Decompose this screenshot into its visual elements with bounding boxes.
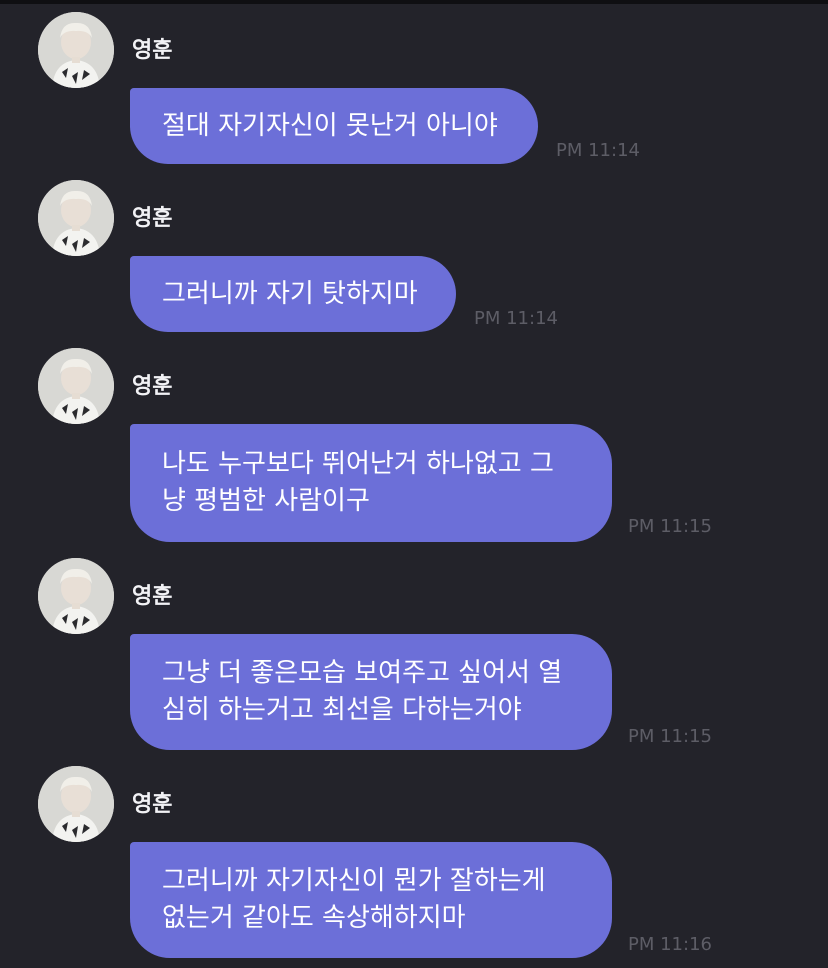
avatar[interactable] <box>38 348 114 424</box>
sender-name: 영훈 <box>132 584 173 609</box>
message-timestamp: PM 11:14 <box>556 140 640 161</box>
avatar-icon <box>38 558 114 634</box>
message-timestamp: PM 11:14 <box>474 308 558 329</box>
avatar-icon <box>38 12 114 88</box>
avatar[interactable] <box>38 766 114 842</box>
message-timestamp: PM 11:15 <box>628 516 712 537</box>
avatar-icon <box>38 180 114 256</box>
message-line: 그냥 더 좋은모습 보여주고 싶어서 열 <box>162 658 563 688</box>
sender-name: 영훈 <box>132 792 173 817</box>
message-bubble[interactable]: 나도 누구보다 뛰어난거 하나없고 그 냥 평범한 사람이구 <box>130 424 612 542</box>
top-divider <box>0 0 828 4</box>
message-row: 영훈 나도 누구보다 뛰어난거 하나없고 그 냥 평범한 사람이구 PM 11:… <box>0 348 828 548</box>
avatar[interactable] <box>38 180 114 256</box>
message-line: 그러니까 자기 탓하지마 <box>162 278 418 309</box>
message-bubble[interactable]: 그냥 더 좋은모습 보여주고 싶어서 열 심히 하는거고 최선을 다하는거야 <box>130 634 612 750</box>
message-timestamp: PM 11:15 <box>628 726 712 747</box>
sender-name: 영훈 <box>132 38 173 63</box>
message-line: 냥 평범한 사람이구 <box>162 486 370 516</box>
message-line: 그러니까 자기자신이 뭔가 잘하는게 <box>162 866 546 896</box>
avatar[interactable] <box>38 558 114 634</box>
message-bubble[interactable]: 절대 자기자신이 못난거 아니야 <box>130 88 538 164</box>
message-bubble[interactable]: 그러니까 자기자신이 뭔가 잘하는게 없는거 같아도 속상해하지마 <box>130 842 612 958</box>
message-line: 없는거 같아도 속상해하지마 <box>162 903 466 933</box>
avatar-icon <box>38 766 114 842</box>
message-line: 나도 누구보다 뛰어난거 하나없고 그 <box>162 449 554 479</box>
message-timestamp: PM 11:16 <box>628 934 712 955</box>
avatar[interactable] <box>38 12 114 88</box>
avatar-icon <box>38 348 114 424</box>
sender-name: 영훈 <box>132 374 173 399</box>
message-row: 영훈 그냥 더 좋은모습 보여주고 싶어서 열 심히 하는거고 최선을 다하는거… <box>0 558 828 758</box>
message-bubble[interactable]: 그러니까 자기 탓하지마 <box>130 256 456 332</box>
message-line: 절대 자기자신이 못난거 아니야 <box>162 110 498 141</box>
message-row: 영훈 그러니까 자기자신이 뭔가 잘하는게 없는거 같아도 속상해하지마 PM … <box>0 766 828 968</box>
message-row: 영훈 절대 자기자신이 못난거 아니야 PM 11:14 <box>0 12 828 172</box>
sender-name: 영훈 <box>132 206 173 231</box>
message-line: 심히 하는거고 최선을 다하는거야 <box>162 695 522 725</box>
message-row: 영훈 그러니까 자기 탓하지마 PM 11:14 <box>0 180 828 340</box>
